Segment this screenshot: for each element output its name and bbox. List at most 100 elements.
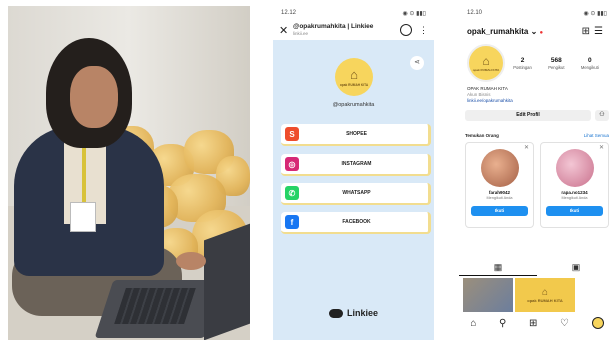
profile-nav-avatar[interactable] xyxy=(591,317,604,329)
profile-header: opak_rumahkita ⌄ ● ⊞ ☰ xyxy=(459,20,615,42)
link-button-whatsapp[interactable]: ✆ WHATSAPP xyxy=(281,183,431,205)
create-icon[interactable]: ⊞ xyxy=(529,318,537,329)
link-button-shopee[interactable]: S SHOPEE xyxy=(281,124,431,146)
stat-value: 568 xyxy=(550,56,562,64)
tagged-tab-icon[interactable]: ▣ xyxy=(572,262,581,273)
linkiee-logo-icon xyxy=(328,308,343,318)
profile-summary: ⌂ opak RUMAH KITA 2 Postingan 568 Pengik… xyxy=(459,42,615,84)
post-brand-text: opak RUMAH KITA xyxy=(527,297,563,303)
suggestion-card: ✕ rapa.no1234 Mengikuti Anda Ikuti xyxy=(540,142,609,228)
follow-button[interactable]: Ikuti xyxy=(471,206,528,216)
photo-id-card xyxy=(70,202,96,232)
add-person-icon[interactable]: ⚇ xyxy=(595,110,609,121)
instagram-phone-screen: 12.10 ◉ ⊙ ▮▮▯ opak_rumahkita ⌄ ● ⊞ ☰ ⌂ o… xyxy=(459,6,615,340)
linkiee-profile-card: ⋖ ⌂ opak RUMAH KITA @opakrumahkita S SHO… xyxy=(277,44,431,338)
active-tab-indicator xyxy=(459,275,537,276)
status-bar: 12.10 ◉ ⊙ ▮▮▯ xyxy=(459,6,615,20)
status-time: 12.10 xyxy=(467,10,483,16)
avatar[interactable]: ⌂ opak RUMAH KITA xyxy=(467,44,505,82)
suggestion-name[interactable]: rapa.no1234 xyxy=(541,190,608,195)
account-switcher[interactable]: opak_rumahkita ⌄ ● xyxy=(467,27,582,36)
chevron-down-icon: ⌄ xyxy=(530,26,538,36)
page-url: linkii.ee xyxy=(293,30,309,36)
link-label: SHOPEE xyxy=(346,131,367,137)
follow-button[interactable]: Ikuti xyxy=(546,206,603,216)
close-icon[interactable]: ✕ xyxy=(279,24,293,37)
post-thumbnail[interactable]: ⌂ opak RUMAH KITA xyxy=(515,278,575,312)
see-all-link[interactable]: Lihat Semua xyxy=(584,133,609,138)
bottom-nav: ⌂ ⚲ ⊞ ♡ xyxy=(459,317,615,329)
linkiee-phone-screen: 12.12 ◉ ⊙ ▮▮▯ ✕ @opakrumahkita | Linkiee… xyxy=(273,6,434,340)
suggestions-title: Temukan Orang xyxy=(465,133,499,138)
username: opak_rumahkita xyxy=(467,26,529,36)
stat-value: 2 xyxy=(520,56,525,64)
suggestion-avatar[interactable] xyxy=(480,149,519,187)
house-logo-icon: ⌂ xyxy=(482,53,490,68)
suggestion-card: ✕ farah9042 Mengikuti Anda Ikuti xyxy=(465,142,534,228)
footer-brand: Linkiee xyxy=(346,308,378,318)
house-logo-icon: ⌂ xyxy=(541,286,549,298)
link-button-instagram[interactable]: ◎ INSTAGRAM xyxy=(281,154,431,176)
whatsapp-icon: ✆ xyxy=(285,186,299,200)
close-icon[interactable]: ✕ xyxy=(599,144,604,151)
heart-icon[interactable]: ♡ xyxy=(560,318,569,329)
new-post-icon[interactable]: ⊞ xyxy=(582,26,594,37)
stat-label: Mengikuti xyxy=(580,64,599,70)
history-icon[interactable] xyxy=(400,24,412,36)
suggestion-cards: ✕ farah9042 Mengikuti Anda Ikuti ✕ rapa.… xyxy=(459,138,615,228)
photo-hand xyxy=(176,252,206,270)
profile-handle: @opakrumahkita xyxy=(332,102,375,108)
photo-woman-with-laptop xyxy=(8,6,250,340)
avatar: ⌂ opak RUMAH KITA xyxy=(335,58,373,96)
avatar-brand-text: opak RUMAH KITA xyxy=(339,82,369,87)
page-title: @opakrumahkita | Linkiee xyxy=(293,23,374,30)
status-icons: ◉ ⊙ ▮▮▯ xyxy=(583,10,607,17)
link-label: INSTAGRAM xyxy=(341,161,372,167)
photo-face xyxy=(70,66,118,128)
post-thumbnail[interactable] xyxy=(463,278,513,312)
profile-tabs: ▦ ▣ xyxy=(459,262,615,273)
profile-bio: OPAK RUMAH KITA Akun Bisnis linkii.ee/op… xyxy=(459,84,615,106)
menu-icon[interactable]: ☰ xyxy=(594,26,607,37)
stat-following[interactable]: 0 Mengikuti xyxy=(581,57,599,70)
instagram-icon: ◎ xyxy=(285,157,299,171)
stat-value: 0 xyxy=(588,56,592,64)
search-icon[interactable]: ⚲ xyxy=(499,318,506,329)
status-time: 12.12 xyxy=(281,10,297,16)
stat-label: Postingan xyxy=(513,64,532,70)
link-label: FACEBOOK xyxy=(342,219,371,225)
status-bar: 12.12 ◉ ⊙ ▮▮▯ xyxy=(273,6,434,20)
browser-header: 12.12 ◉ ⊙ ▮▮▯ ✕ @opakrumahkita | Linkiee… xyxy=(273,6,434,40)
photo-laptop-screen xyxy=(204,223,250,340)
close-icon[interactable]: ✕ xyxy=(524,144,529,151)
suggestion-avatar[interactable] xyxy=(555,149,594,187)
share-icon[interactable]: ⋖ xyxy=(410,56,424,70)
profile-actions: Edit Profil ⚇ xyxy=(459,106,615,121)
suggestion-subtitle: Mengikuti Anda xyxy=(561,196,588,200)
bio-link[interactable]: linkii.ee/opakrumahkita xyxy=(467,98,607,104)
link-label: WHATSAPP xyxy=(342,190,371,196)
photo-laptop-keyboard xyxy=(114,288,196,324)
suggestions-header: Temukan Orang Lihat Semua xyxy=(459,121,615,138)
notification-dot-icon: ● xyxy=(539,29,544,36)
more-options-icon[interactable]: ⋮ xyxy=(419,25,428,36)
status-icons: ◉ ⊙ ▮▮▯ xyxy=(402,10,426,17)
link-button-facebook[interactable]: f FACEBOOK xyxy=(281,212,431,234)
facebook-icon: f xyxy=(285,215,299,229)
home-icon[interactable]: ⌂ xyxy=(470,318,476,329)
stat-posts[interactable]: 2 Postingan xyxy=(513,57,532,70)
grid-tab-icon[interactable]: ▦ xyxy=(494,262,503,273)
suggestion-subtitle: Mengikuti Anda xyxy=(486,196,513,200)
shopee-icon: S xyxy=(285,127,299,141)
stat-label: Pengikut xyxy=(548,64,565,70)
house-logo-icon: ⌂ xyxy=(350,66,358,82)
linkiee-footer[interactable]: Linkiee xyxy=(273,308,434,318)
post-grid: ⌂ opak RUMAH KITA xyxy=(463,278,611,312)
browser-toolbar: ✕ @opakrumahkita | Linkiee linkii.ee ⋮ xyxy=(273,20,434,40)
edit-profile-button[interactable]: Edit Profil xyxy=(465,110,591,121)
profile-stats: 2 Postingan 568 Pengikut 0 Mengikuti xyxy=(505,57,607,70)
suggestion-name[interactable]: farah9042 xyxy=(466,190,533,195)
avatar-brand-text: opak RUMAH KITA xyxy=(472,67,500,72)
stat-followers[interactable]: 568 Pengikut xyxy=(548,57,564,70)
page-title-box: @opakrumahkita | Linkiee linkii.ee xyxy=(293,23,400,36)
